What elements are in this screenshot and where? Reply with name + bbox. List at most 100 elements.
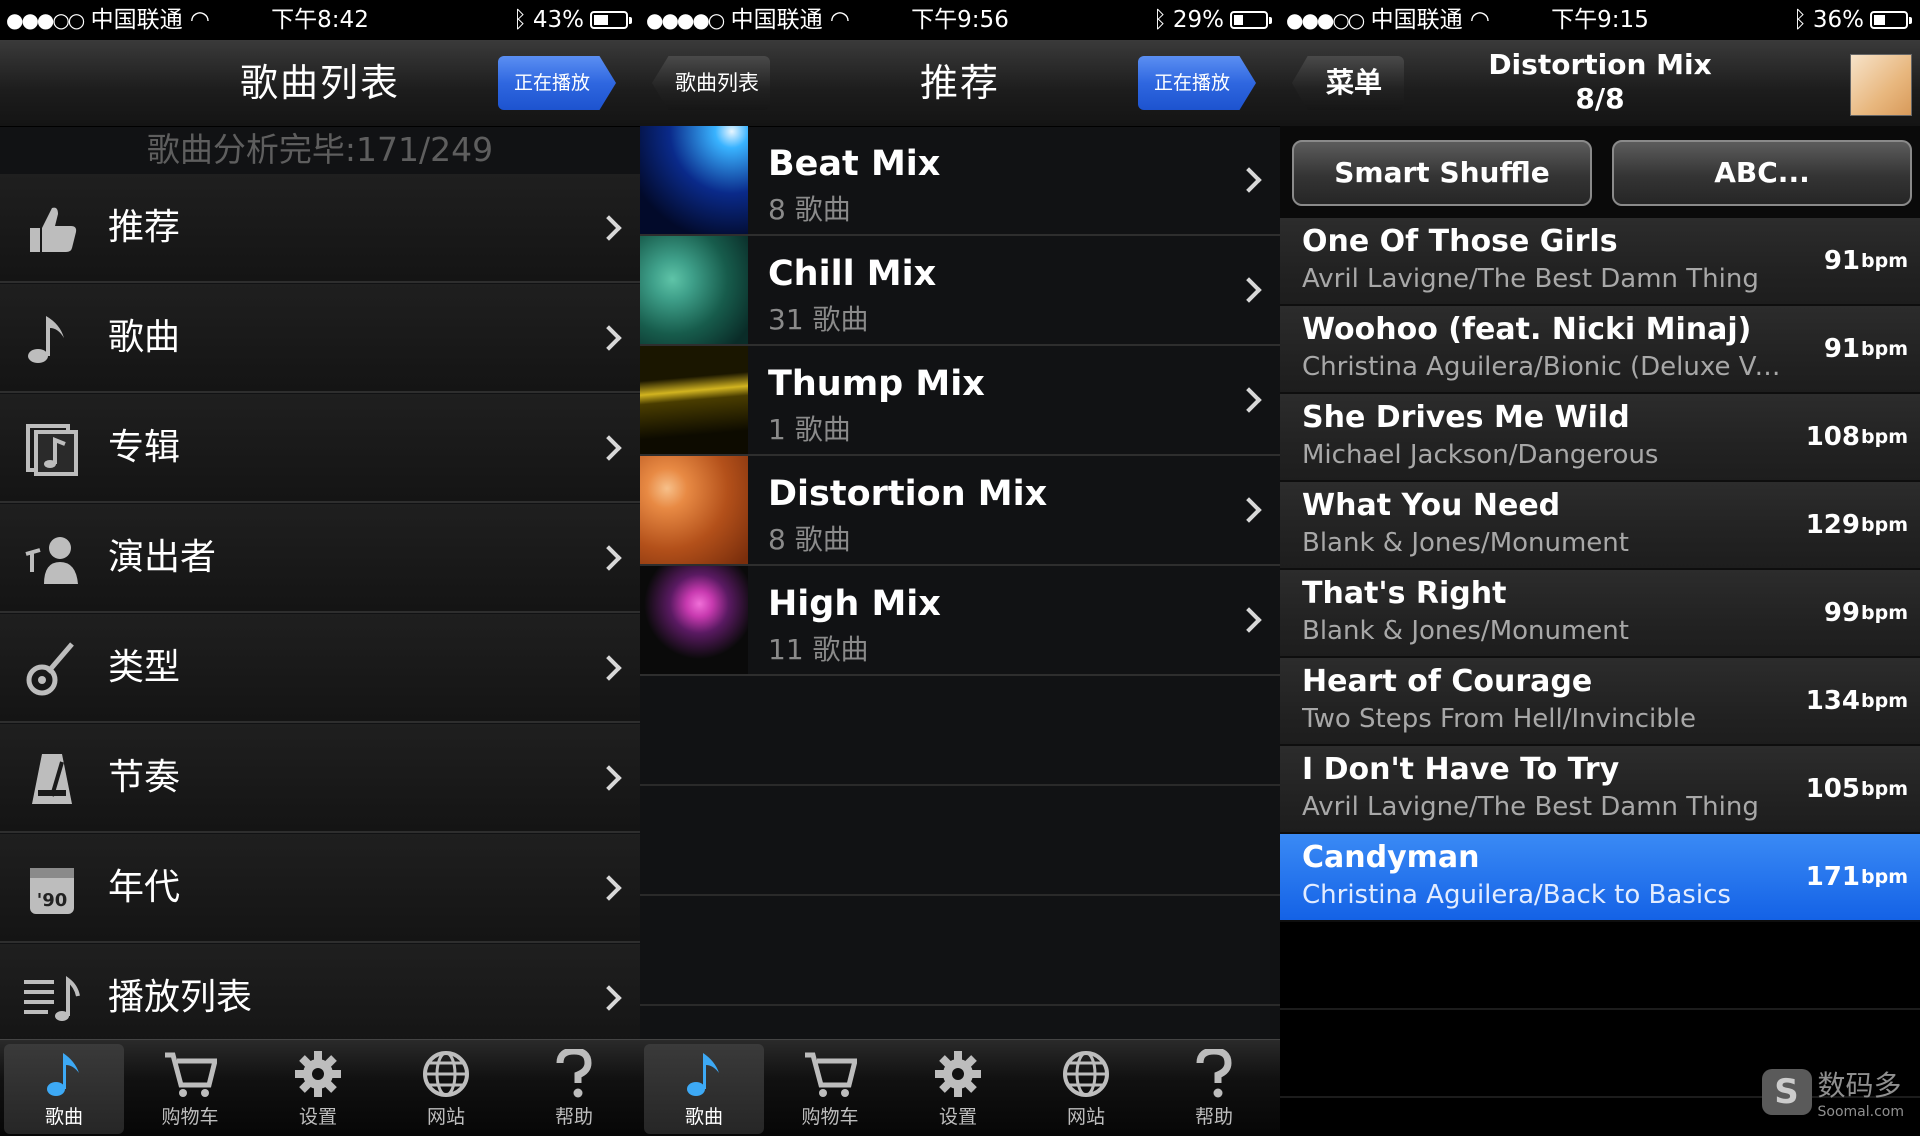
menu-item-decades[interactable]: '90 年代	[0, 834, 640, 943]
song-bpm: 129	[1805, 510, 1860, 540]
calendar-icon: '90	[30, 868, 74, 914]
status-bar: ●●●○○ 中国联通 ◠ 下午8:42 ᛒ 43%	[0, 0, 640, 40]
abc-sort-button[interactable]: ABC...	[1612, 140, 1912, 206]
menu-item-label: 节奏	[108, 757, 181, 798]
tab-bar: 歌曲 购物车 设置 网站 帮助	[0, 1039, 640, 1136]
chevron-right-icon	[1236, 167, 1262, 193]
song-bpm: 134	[1805, 686, 1860, 716]
mix-item-chill[interactable]: Chill Mix 31 歌曲	[640, 236, 1280, 346]
song-artist-album: Avril Lavigne/The Best Damn Thing	[1302, 264, 1759, 294]
song-bpm: 99	[1823, 598, 1860, 628]
mix-name: Chill Mix	[768, 254, 937, 294]
music-note-icon	[47, 1053, 79, 1096]
mix-count: 31 歌曲	[768, 303, 869, 336]
tab-website[interactable]: 网站	[386, 1044, 506, 1134]
tab-settings[interactable]: 设置	[898, 1044, 1018, 1134]
song-row[interactable]: I Don't Have To Try Avril Lavigne/The Be…	[1280, 746, 1920, 834]
tab-label: 购物车	[801, 1106, 859, 1128]
menu-item-playlists[interactable]: 播放列表	[0, 944, 640, 1053]
song-row-selected[interactable]: Candyman Christina Aguilera/Back to Basi…	[1280, 834, 1920, 922]
globe-icon	[1063, 1051, 1109, 1097]
song-title: Heart of Courage	[1302, 664, 1593, 699]
song-row[interactable]: Heart of Courage Two Steps From Hell/Inv…	[1280, 658, 1920, 746]
menu-item-albums[interactable]: 专辑	[0, 394, 640, 503]
song-artist-album: Two Steps From Hell/Invincible	[1302, 704, 1696, 734]
music-note-icon	[28, 316, 64, 363]
song-row[interactable]: That's Right Blank & Jones/Monument 99 b…	[1280, 570, 1920, 658]
song-artist-album: Christina Aguilera/Back to Basics	[1302, 880, 1731, 910]
tab-settings[interactable]: 设置	[258, 1044, 378, 1134]
battery-percent: 29%	[1172, 7, 1224, 33]
mix-count: 11 歌曲	[768, 633, 869, 666]
analysis-status: 歌曲分析完毕:171/249	[146, 130, 494, 169]
mix-item-high[interactable]: High Mix 11 歌曲	[640, 566, 1280, 676]
tab-bar: 歌曲 购物车 设置 网站 帮助	[640, 1039, 1280, 1136]
tab-store[interactable]: 购物车	[770, 1044, 890, 1134]
song-title: I Don't Have To Try	[1302, 752, 1620, 787]
mix-item-thump[interactable]: Thump Mix 1 歌曲	[640, 346, 1280, 456]
help-icon	[1196, 1049, 1232, 1098]
tab-songs[interactable]: 歌曲	[4, 1044, 124, 1134]
song-artist-album: Avril Lavigne/The Best Damn Thing	[1302, 792, 1759, 822]
watermark-logo-icon: S	[1761, 1069, 1812, 1115]
divider	[640, 1004, 1280, 1006]
tab-help[interactable]: 帮助	[514, 1044, 634, 1134]
song-row[interactable]: One Of Those Girls Avril Lavigne/The Bes…	[1280, 218, 1920, 306]
mix-count: 1 歌曲	[768, 413, 851, 446]
screen-recommend: ●●●●○ 中国联通 ◠ 下午9:56 ᛒ 29% 歌曲列表 推荐 正在播放 Be…	[640, 0, 1280, 1136]
menu-item-artists[interactable]: 演出者	[0, 504, 640, 613]
menu-item-genres[interactable]: 类型	[0, 614, 640, 723]
song-row[interactable]: What You Need Blank & Jones/Monument 129…	[1280, 482, 1920, 570]
mix-item-distortion[interactable]: Distortion Mix 8 歌曲	[640, 456, 1280, 566]
now-playing-button[interactable]: 正在播放	[498, 56, 616, 110]
now-playing-button[interactable]: 正在播放	[1138, 56, 1256, 110]
tab-store[interactable]: 购物车	[130, 1044, 250, 1134]
battery-icon	[1870, 11, 1912, 29]
cart-icon	[805, 1052, 857, 1097]
navigation-bar: 菜单 Distortion Mix 8/8	[1280, 40, 1920, 127]
menu-item-recommend[interactable]: 推荐	[0, 174, 640, 283]
song-bpm: 171	[1805, 862, 1860, 892]
song-bpm: 105	[1805, 774, 1860, 804]
song-row[interactable]: Woohoo (feat. Nicki Minaj) Christina Agu…	[1280, 306, 1920, 394]
watermark: S 数码多 Soomal.com	[1761, 1064, 1904, 1120]
divider	[1280, 1008, 1920, 1010]
smart-shuffle-button[interactable]: Smart Shuffle	[1292, 140, 1592, 206]
watermark-title: 数码多	[1817, 1069, 1902, 1102]
song-artist-album: Michael Jackson/Dangerous	[1302, 440, 1659, 470]
bpm-unit: bpm	[1861, 338, 1908, 360]
menu-back-button[interactable]: 菜单	[1292, 56, 1404, 110]
song-bpm: 91	[1823, 246, 1860, 276]
song-title: She Drives Me Wild	[1302, 400, 1630, 435]
tab-songs[interactable]: 歌曲	[644, 1044, 764, 1134]
music-note-icon	[687, 1053, 719, 1096]
tab-label: 购物车	[161, 1106, 219, 1128]
menu-item-label: 歌曲	[108, 317, 181, 358]
chevron-right-icon	[596, 984, 622, 1011]
divider	[640, 784, 1280, 786]
status-bar: ●●●●○ 中国联通 ◠ 下午9:56 ᛒ 29%	[640, 0, 1280, 40]
battery-icon	[1230, 11, 1272, 29]
menu-item-label: 类型	[108, 647, 181, 688]
song-row[interactable]: She Drives Me Wild Michael Jackson/Dange…	[1280, 394, 1920, 482]
tab-label: 设置	[298, 1106, 337, 1128]
tab-help[interactable]: 帮助	[1154, 1044, 1274, 1134]
bpm-unit: bpm	[1861, 778, 1908, 800]
navigation-bar: 歌曲列表 正在播放	[0, 40, 640, 127]
help-icon	[556, 1049, 592, 1098]
menu-item-songs[interactable]: 歌曲	[0, 284, 640, 393]
menu-item-tempo[interactable]: 节奏	[0, 724, 640, 833]
mix-artwork	[640, 456, 748, 564]
song-title: Candyman	[1302, 840, 1480, 875]
gear-icon	[295, 1051, 341, 1097]
chevron-right-icon	[596, 434, 622, 461]
tab-label: 歌曲	[44, 1106, 83, 1128]
tab-website[interactable]: 网站	[1026, 1044, 1146, 1134]
chevron-right-icon	[596, 764, 622, 791]
cart-icon	[165, 1052, 217, 1097]
song-artist-album: Blank & Jones/Monument	[1302, 616, 1629, 646]
album-icon	[26, 424, 78, 476]
mix-item-beat[interactable]: Beat Mix 8 歌曲	[640, 126, 1280, 236]
album-art-thumbnail[interactable]	[1850, 54, 1912, 116]
battery-icon	[590, 11, 632, 29]
